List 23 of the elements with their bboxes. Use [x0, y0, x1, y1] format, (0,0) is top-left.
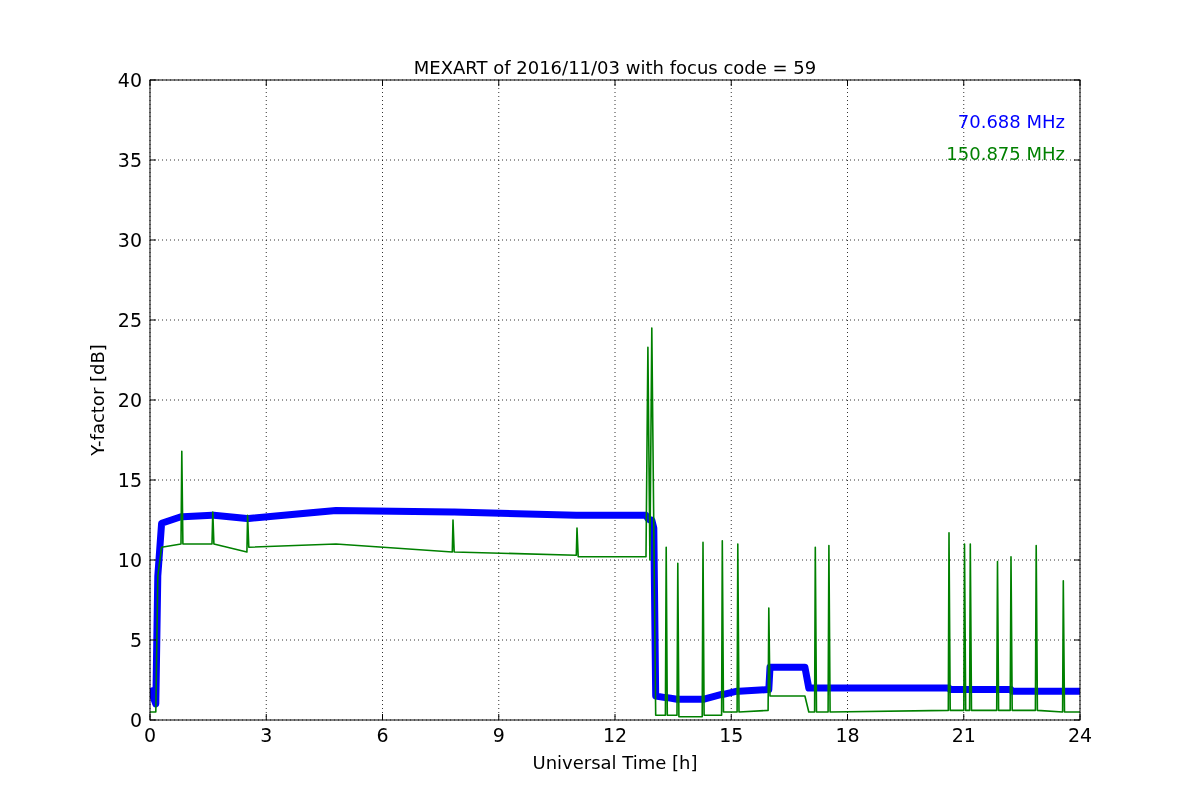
legend-label: 70.688 MHz: [957, 111, 1065, 132]
axis-label: Y-factor [dB]: [87, 344, 108, 456]
tick-label: 0: [143, 724, 157, 746]
tick-label: 25: [117, 309, 142, 331]
tick-label: 15: [117, 469, 142, 491]
tick-label: 15: [719, 724, 744, 746]
tick-label: 20: [117, 389, 142, 411]
chart-title: MEXART of 2016/11/03 with focus code = 59: [413, 57, 817, 78]
tick-label: 5: [129, 629, 142, 651]
tick-label: 24: [1067, 724, 1093, 746]
tick-label: 3: [260, 724, 273, 746]
legend-label: 150.875 MHz: [946, 143, 1065, 164]
tick-label: 6: [376, 724, 389, 746]
tick-label: 21: [951, 724, 976, 746]
tick-label: 40: [117, 69, 142, 91]
tick-label: 35: [117, 149, 142, 171]
tick-label: 0: [129, 709, 142, 731]
tick-label: 18: [835, 724, 860, 746]
tick-label: 9: [492, 724, 505, 746]
tick-label: 12: [602, 724, 628, 746]
tick-label: 30: [117, 229, 142, 251]
tick-label: 10: [117, 549, 142, 571]
axis-label: Universal Time [h]: [532, 752, 698, 773]
